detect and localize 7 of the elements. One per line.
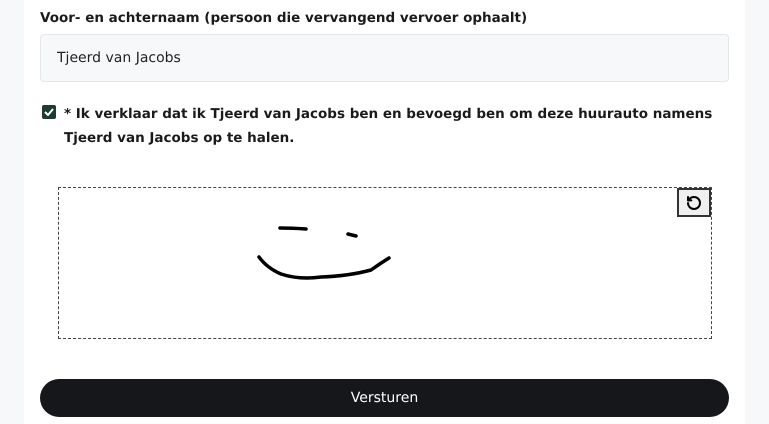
undo-icon [686, 194, 702, 210]
declaration-text: * Ik verklaar dat ik Tjeerd van Jacobs ben en bevoegd ben om deze huurauto namens Tjeerd van Jacobs op te halen. [64, 105, 714, 148]
submit-button[interactable]: Versturen [40, 379, 729, 417]
checkbox[interactable] [42, 105, 56, 119]
field-label: Voor- en achternaam (persoon die vervangend vervoer ophaalt) [40, 9, 528, 28]
reset-button[interactable] [677, 188, 711, 217]
name-field[interactable]: Tjeerd van Jacobs [40, 34, 729, 82]
